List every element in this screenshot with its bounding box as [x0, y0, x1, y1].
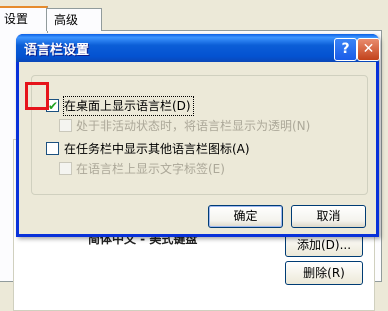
- close-button[interactable]: ✕: [357, 38, 380, 61]
- ok-button[interactable]: 确定: [208, 205, 283, 228]
- help-button[interactable]: ?: [334, 38, 357, 61]
- annotation-highlight-box: [25, 82, 49, 110]
- text-labels-label: 在语言栏上显示文字标签(E): [76, 162, 225, 176]
- text-labels-checkbox: [59, 162, 72, 175]
- tab-advanced[interactable]: 高级: [46, 8, 102, 31]
- additional-icons-label[interactable]: 在任务栏中显示其他语言栏图标(A): [64, 140, 250, 158]
- cancel-button[interactable]: 取消: [291, 205, 366, 228]
- additional-icons-checkbox[interactable]: [46, 142, 59, 155]
- transparent-checkbox: [59, 119, 72, 132]
- show-on-desktop-label[interactable]: 在桌面上显示语言栏(D): [63, 96, 194, 116]
- parent-delete-button[interactable]: 删除(R): [285, 261, 363, 285]
- checkmark-icon: ✔: [48, 99, 59, 113]
- options-group: ✔ 在桌面上显示语言栏(D) 处于非活动状态时，将语言栏显示为透明(N) 在任务…: [31, 75, 368, 195]
- dialog-titlebar[interactable]: 语言栏设置 ? ✕: [16, 34, 380, 62]
- language-bar-settings-dialog: 语言栏设置 ? ✕ ✔ 在桌面上显示语言栏(D) 处于非活动状态时，将语言栏显示…: [16, 34, 380, 237]
- transparent-label: 处于非活动状态时，将语言栏显示为透明(N): [76, 119, 311, 133]
- tab-settings[interactable]: 设置: [0, 6, 48, 33]
- dialog-title: 语言栏设置: [24, 43, 90, 58]
- close-icon: ✕: [362, 41, 375, 57]
- dialog-client-area: ✔ 在桌面上显示语言栏(D) 处于非活动状态时，将语言栏显示为透明(N) 在任务…: [19, 62, 376, 234]
- help-icon: ?: [341, 41, 350, 57]
